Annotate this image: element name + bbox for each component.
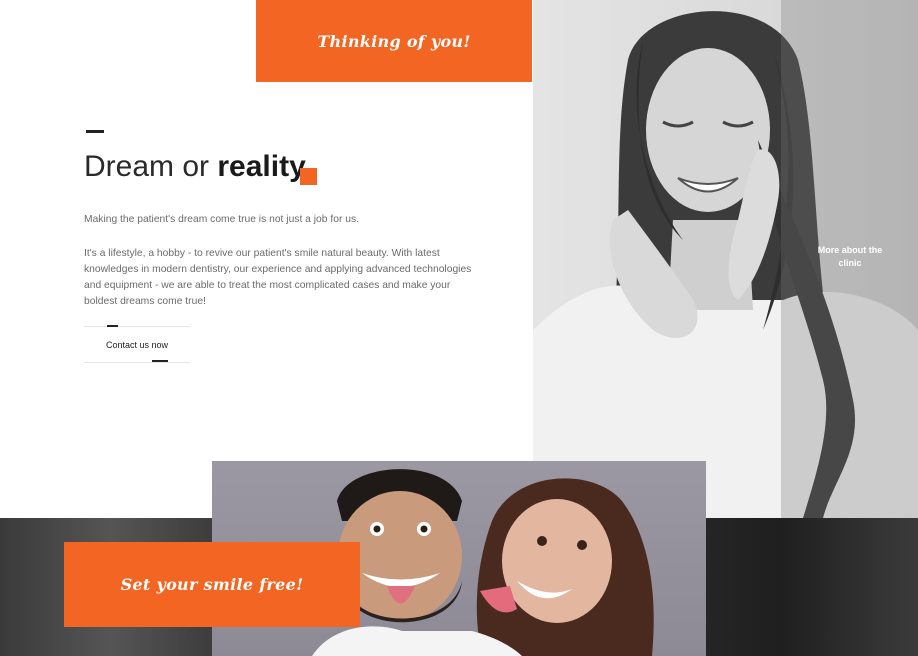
banner-top-text: Thinking of you! bbox=[317, 31, 471, 51]
contact-us-label: Contact us now bbox=[105, 339, 169, 350]
intro-paragraph-2: It's a lifestyle, a hobby - to revive ou… bbox=[84, 248, 472, 307]
title-bold: reality bbox=[217, 150, 306, 183]
title-regular: Dream or bbox=[84, 150, 218, 183]
intro-paragraph-1: Making the patient's dream come true is … bbox=[84, 214, 359, 225]
button-accent-bottom bbox=[152, 360, 168, 362]
title-accent-square bbox=[300, 168, 317, 185]
banner-bottom-text: Set your smile free! bbox=[120, 575, 304, 594]
more-about-clinic-link[interactable]: More about the clinic bbox=[808, 244, 892, 270]
button-accent-top bbox=[107, 325, 118, 327]
contact-us-button[interactable]: Contact us now bbox=[84, 326, 190, 363]
banner-thinking-of-you: Thinking of you! bbox=[256, 0, 532, 82]
page-title: Dream or reality bbox=[84, 150, 306, 184]
banner-set-your-smile-free: Set your smile free! bbox=[64, 542, 360, 627]
title-dash-decoration bbox=[86, 130, 104, 133]
